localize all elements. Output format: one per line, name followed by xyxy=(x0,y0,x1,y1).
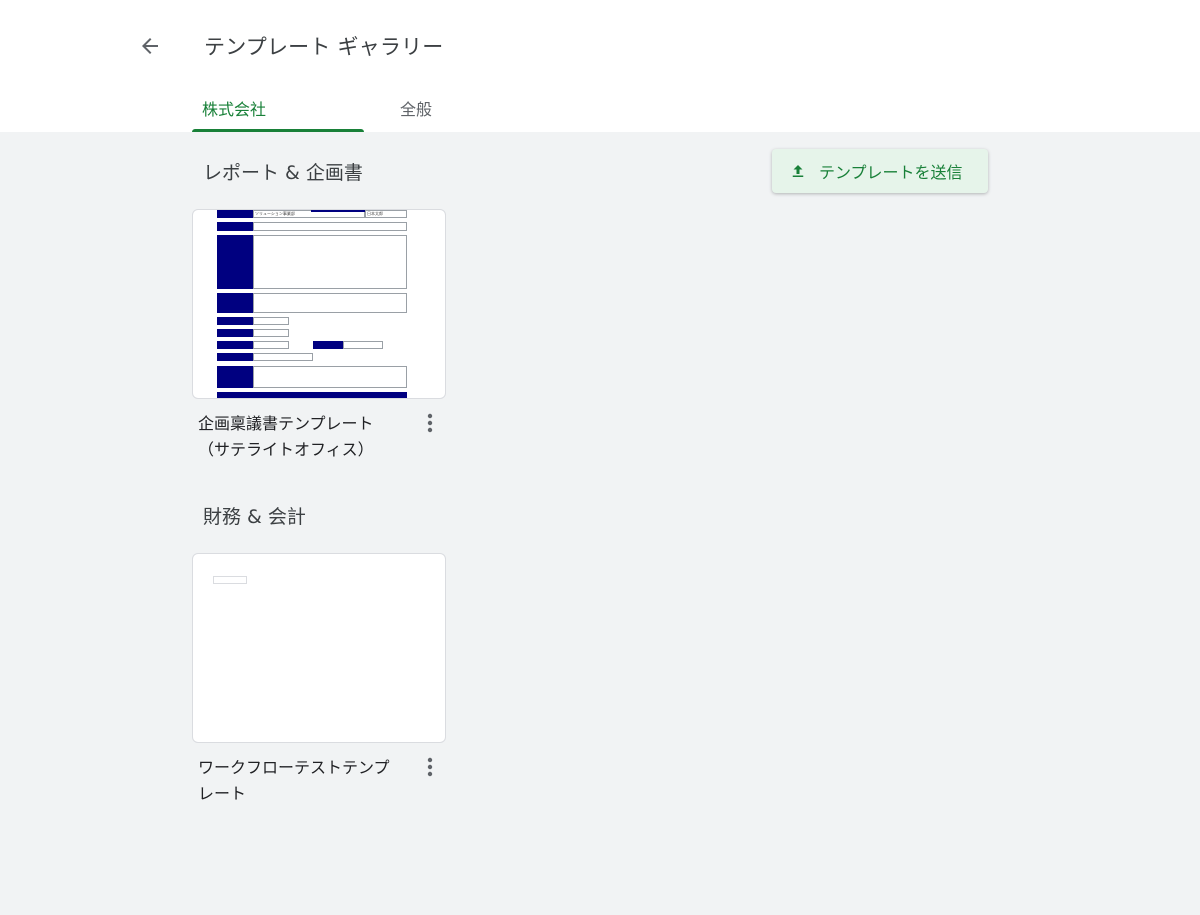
page-title: テンプレート ギャラリー xyxy=(204,35,444,59)
workflow-form-preview xyxy=(213,576,247,584)
tab-general-label: 全般 xyxy=(399,100,432,119)
thumb-department: ソリューション事業部 xyxy=(255,211,295,216)
template-thumbnail-proposal[interactable]: ソリューション事業部 日本太郎 xyxy=(192,209,446,399)
back-button[interactable] xyxy=(132,28,168,64)
section-title-reports: レポート & 企画書 xyxy=(203,162,363,184)
more-options-button-proposal[interactable] xyxy=(418,409,442,437)
app-header: テンプレート ギャラリー 株式会社 全般 xyxy=(0,0,1200,132)
template-title-workflow-line2: レート xyxy=(198,784,247,803)
submit-template-button[interactable]: テンプレートを送信 xyxy=(772,149,988,193)
template-title-proposal-line2: （サテライトオフィス） xyxy=(198,440,374,459)
tab-company-label: 株式会社 xyxy=(202,100,267,119)
arrow-back-icon xyxy=(142,38,158,54)
template-thumbnail-workflow[interactable] xyxy=(192,553,446,743)
upload-icon xyxy=(792,165,804,177)
section-title-finance: 財務 & 会計 xyxy=(203,506,306,528)
thumb-name: 日本太郎 xyxy=(367,211,383,216)
tab-general[interactable]: 全般 xyxy=(364,96,468,132)
tab-company[interactable]: 株式会社 xyxy=(192,96,364,132)
active-tab-indicator xyxy=(192,129,364,132)
template-title-workflow[interactable]: ワークフローテストテンプ レート xyxy=(198,755,398,807)
template-title-proposal[interactable]: 企画稟議書テンプレート （サテライトオフィス） xyxy=(198,411,398,463)
submit-template-label: テンプレートを送信 xyxy=(819,163,963,182)
template-title-workflow-line1: ワークフローテストテンプ xyxy=(198,758,390,777)
more-vert-icon xyxy=(427,757,433,777)
more-options-button-workflow[interactable] xyxy=(418,753,442,781)
more-vert-icon xyxy=(427,413,433,433)
template-title-proposal-line1: 企画稟議書テンプレート xyxy=(198,414,374,433)
